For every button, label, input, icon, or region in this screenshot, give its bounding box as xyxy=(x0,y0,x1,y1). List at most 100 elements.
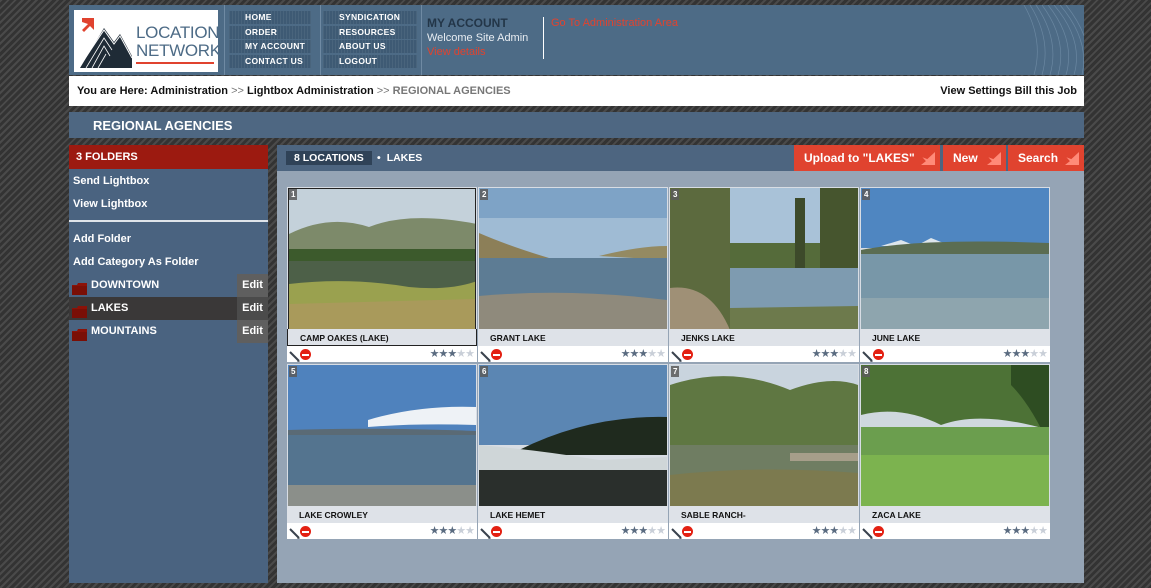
star-icon[interactable]: ★ xyxy=(1020,348,1030,360)
remove-icon[interactable] xyxy=(682,349,693,360)
star-icon[interactable]: ★ xyxy=(812,348,822,360)
location-card[interactable]: 8 ZACA LAKE ★★★★★ xyxy=(860,364,1050,539)
location-card[interactable]: 4 JUNE LAKE ★★★★★ xyxy=(860,187,1050,362)
location-card[interactable]: 6 LAKE HEMET ★★★★★ xyxy=(478,364,668,539)
folder-item[interactable]: LAKES xyxy=(69,297,237,320)
search-button[interactable]: Search xyxy=(1008,145,1084,171)
star-icon[interactable]: ★ xyxy=(847,348,857,360)
star-icon[interactable]: ★ xyxy=(829,348,839,360)
location-photo[interactable] xyxy=(288,365,476,507)
location-name: JENKS LAKE xyxy=(669,329,859,346)
star-icon[interactable]: ★ xyxy=(456,525,466,537)
nav-syndication[interactable]: SYNDICATION xyxy=(323,11,417,24)
star-icon[interactable]: ★ xyxy=(638,348,648,360)
header-decoration xyxy=(1023,5,1084,75)
new-button[interactable]: New xyxy=(943,145,1006,171)
folder-label: LAKES xyxy=(91,302,129,314)
current-category: LAKES xyxy=(377,152,423,164)
breadcrumb-item-administration[interactable]: Administration xyxy=(150,85,228,97)
star-icon[interactable]: ★ xyxy=(1029,348,1039,360)
nav-order[interactable]: ORDER xyxy=(229,25,311,39)
search-button-label: Search xyxy=(1018,151,1059,165)
location-photo[interactable] xyxy=(670,365,858,507)
star-icon[interactable]: ★ xyxy=(656,348,666,360)
admin-area-link[interactable]: Go To Administration Area xyxy=(551,17,678,29)
location-photo[interactable] xyxy=(861,188,1049,330)
location-photo[interactable] xyxy=(861,365,1049,507)
star-icon[interactable]: ★ xyxy=(812,525,822,537)
nav-home[interactable]: HOME xyxy=(229,11,311,24)
star-icon[interactable]: ★ xyxy=(430,525,440,537)
nav-about-us[interactable]: ABOUT US xyxy=(323,40,417,53)
page: LOCATION NETWORK HOME ORDER MY ACCOUNT C… xyxy=(69,5,1084,583)
location-card[interactable]: 1 CAMP OAKES (LAKE) ★★★★★ xyxy=(287,187,477,362)
add-folder-link[interactable]: Add Folder xyxy=(69,228,268,251)
star-icon[interactable]: ★ xyxy=(1020,525,1030,537)
star-icon[interactable]: ★ xyxy=(621,348,631,360)
star-icon[interactable]: ★ xyxy=(1038,348,1048,360)
location-photo[interactable] xyxy=(670,188,858,330)
star-icon[interactable]: ★ xyxy=(465,525,475,537)
folder-item[interactable]: MOUNTAINS xyxy=(69,320,237,343)
star-icon[interactable]: ★ xyxy=(838,348,848,360)
star-icon[interactable]: ★ xyxy=(847,525,857,537)
remove-icon[interactable] xyxy=(491,349,502,360)
folder-item[interactable]: DOWNTOWN xyxy=(69,274,237,297)
folder-edit-button[interactable]: Edit xyxy=(237,274,268,297)
star-icon[interactable]: ★ xyxy=(647,348,657,360)
send-lightbox-link[interactable]: Send Lightbox xyxy=(69,170,268,193)
location-card[interactable]: 5 LAKE CROWLEY ★★★★★ xyxy=(287,364,477,539)
location-card[interactable]: 2 GRANT LAKE ★★★★★ xyxy=(478,187,668,362)
rating-stars: ★★★★★ xyxy=(1003,524,1048,537)
breadcrumb-prefix: You are Here: xyxy=(77,85,148,97)
remove-icon[interactable] xyxy=(682,526,693,537)
location-number: 5 xyxy=(289,366,298,377)
view-lightbox-link[interactable]: View Lightbox xyxy=(69,193,268,216)
folder-row: DOWNTOWN Edit xyxy=(69,274,268,297)
sidebar-divider xyxy=(69,220,268,222)
star-icon[interactable]: ★ xyxy=(647,525,657,537)
star-icon[interactable]: ★ xyxy=(1003,525,1013,537)
star-icon[interactable]: ★ xyxy=(465,348,475,360)
location-photo[interactable] xyxy=(479,188,667,330)
star-icon[interactable]: ★ xyxy=(447,525,457,537)
page-title: REGIONAL AGENCIES xyxy=(93,118,233,133)
star-icon[interactable]: ★ xyxy=(656,525,666,537)
star-icon[interactable]: ★ xyxy=(829,525,839,537)
star-icon[interactable]: ★ xyxy=(1029,525,1039,537)
remove-icon[interactable] xyxy=(491,526,502,537)
bill-job-link[interactable]: Bill this Job xyxy=(1015,85,1077,97)
upload-button[interactable]: Upload to "LAKES" xyxy=(794,145,940,171)
nav-column-2: SYNDICATION RESOURCES ABOUT US LOGOUT xyxy=(323,11,417,69)
location-card[interactable]: 7 SABLE RANCH- ★★★★★ xyxy=(669,364,859,539)
nav-contact-us[interactable]: CONTACT US xyxy=(229,54,311,68)
remove-icon[interactable] xyxy=(300,349,311,360)
location-card[interactable]: 3 JENKS LAKE ★★★★★ xyxy=(669,187,859,362)
star-icon[interactable]: ★ xyxy=(456,348,466,360)
star-icon[interactable]: ★ xyxy=(1038,525,1048,537)
star-icon[interactable]: ★ xyxy=(430,348,440,360)
nav-resources[interactable]: RESOURCES xyxy=(323,25,417,39)
folder-edit-button[interactable]: Edit xyxy=(237,297,268,320)
star-icon[interactable]: ★ xyxy=(447,348,457,360)
nav-my-account[interactable]: MY ACCOUNT xyxy=(229,40,311,53)
star-icon[interactable]: ★ xyxy=(621,525,631,537)
folder-row: LAKES Edit xyxy=(69,297,268,320)
location-count: 8 LOCATIONS xyxy=(286,151,372,165)
location-photo[interactable] xyxy=(479,365,667,507)
star-icon[interactable]: ★ xyxy=(638,525,648,537)
logo[interactable]: LOCATION NETWORK xyxy=(74,10,221,72)
star-icon[interactable]: ★ xyxy=(1003,348,1013,360)
location-photo[interactable] xyxy=(288,188,476,330)
nav-logout[interactable]: LOGOUT xyxy=(323,54,417,68)
add-category-folder-link[interactable]: Add Category As Folder xyxy=(69,251,268,274)
view-settings-link[interactable]: View Settings xyxy=(940,85,1011,97)
remove-icon[interactable] xyxy=(300,526,311,537)
breadcrumb-item-lightbox-admin[interactable]: Lightbox Administration xyxy=(247,85,374,97)
star-icon[interactable]: ★ xyxy=(838,525,848,537)
view-details-link[interactable]: View details xyxy=(427,46,528,58)
folder-edit-button[interactable]: Edit xyxy=(237,320,268,343)
remove-icon[interactable] xyxy=(873,526,884,537)
location-actions: ★★★★★ xyxy=(669,346,859,362)
remove-icon[interactable] xyxy=(873,349,884,360)
